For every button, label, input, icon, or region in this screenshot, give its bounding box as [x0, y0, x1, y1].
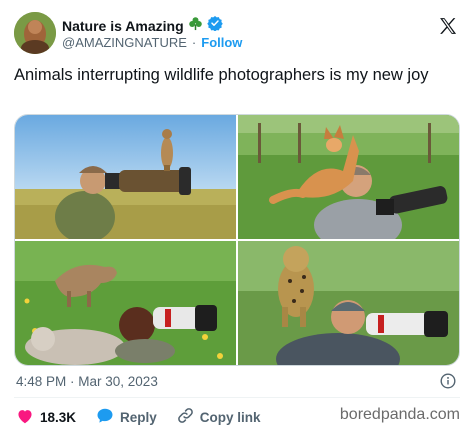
reply-bubble-icon — [96, 407, 114, 427]
media-grid[interactable] — [14, 114, 460, 366]
like-count: 18.3K — [40, 409, 77, 425]
tweet-text: Animals interrupting wildlife photograph… — [14, 66, 429, 84]
photo-meerkat-on-lens[interactable] — [15, 115, 236, 239]
reply-label: Reply — [120, 409, 157, 425]
action-bar: 18.3K Reply Copy link — [16, 407, 261, 427]
author-name-row: Nature is Amazing — [62, 15, 223, 36]
x-logo-icon[interactable] — [438, 16, 458, 36]
timestamp[interactable]: 4:48 PM · Mar 30, 2023 — [16, 374, 158, 389]
tweet-header: Nature is Amazing @AMAZINGNATURE · Follo… — [14, 12, 460, 56]
link-icon — [177, 407, 194, 427]
heart-icon — [16, 408, 34, 427]
verified-badge-icon — [206, 15, 223, 36]
copy-link-button[interactable]: Copy link — [177, 407, 261, 427]
like-button[interactable]: 18.3K — [16, 408, 76, 427]
copy-link-label: Copy link — [199, 409, 261, 425]
display-name[interactable]: Nature is Amazing — [62, 18, 184, 34]
reply-button[interactable]: Reply — [96, 407, 157, 427]
avatar[interactable] — [14, 12, 56, 54]
photo-fox-on-shoulder[interactable] — [238, 115, 459, 239]
photo-cheetah-cub-on-shoulder[interactable] — [238, 241, 459, 365]
info-icon[interactable] — [440, 373, 456, 389]
handle[interactable]: @AMAZINGNATURE — [62, 35, 187, 50]
watermark: boredpanda.com — [339, 406, 460, 423]
handle-row: @AMAZINGNATURE · Follow — [62, 35, 242, 50]
divider — [14, 397, 460, 398]
separator: · — [191, 35, 197, 50]
shamrock-emoji — [188, 16, 203, 36]
photo-kangaroo-on-photographer[interactable] — [15, 241, 236, 365]
follow-button[interactable]: Follow — [201, 35, 242, 50]
